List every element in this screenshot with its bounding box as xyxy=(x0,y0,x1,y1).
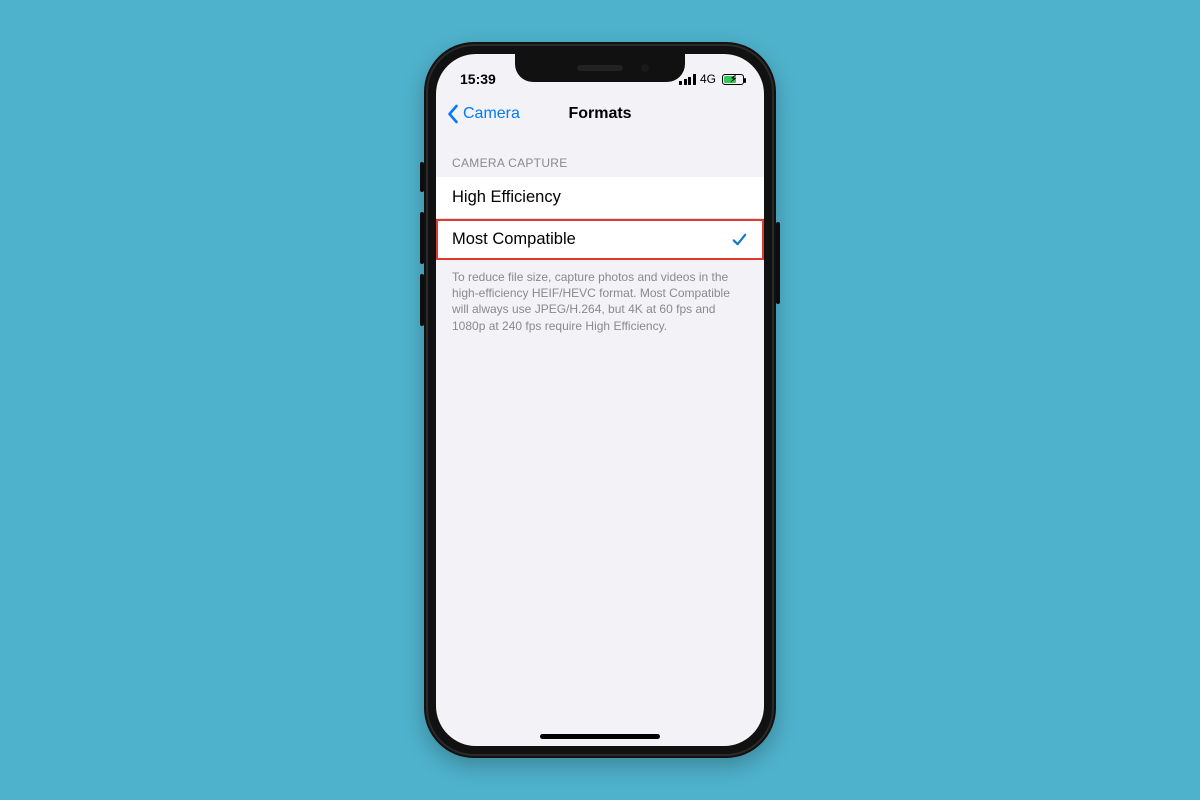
network-type-label: 4G xyxy=(700,72,716,86)
option-label: High Efficiency xyxy=(452,188,561,207)
notch xyxy=(515,54,685,82)
capture-format-group: High Efficiency Most Compatible xyxy=(436,177,764,260)
page-title: Formats xyxy=(568,105,631,123)
volume-down-button xyxy=(420,274,424,326)
battery-icon: ⚡︎ xyxy=(722,74,744,85)
home-indicator[interactable] xyxy=(540,734,660,739)
mute-switch xyxy=(420,162,424,192)
chevron-left-icon xyxy=(446,104,459,124)
phone-frame: 15:39 4G ⚡︎ Camera Formats xyxy=(424,42,776,758)
cellular-signal-icon xyxy=(679,74,696,85)
front-camera xyxy=(641,64,649,72)
section-footer-note: To reduce file size, capture photos and … xyxy=(436,260,764,334)
back-button[interactable]: Camera xyxy=(446,94,520,134)
option-high-efficiency[interactable]: High Efficiency xyxy=(436,177,764,219)
nav-bar: Camera Formats xyxy=(436,94,764,134)
side-button xyxy=(776,222,780,304)
volume-up-button xyxy=(420,212,424,264)
back-label: Camera xyxy=(463,105,520,123)
charging-bolt-icon: ⚡︎ xyxy=(730,74,737,85)
status-right-cluster: 4G ⚡︎ xyxy=(679,72,744,86)
section-header-camera-capture: CAMERA CAPTURE xyxy=(436,134,764,177)
screen: 15:39 4G ⚡︎ Camera Formats xyxy=(436,54,764,746)
checkmark-icon xyxy=(731,231,748,248)
option-label: Most Compatible xyxy=(452,230,576,249)
option-most-compatible[interactable]: Most Compatible xyxy=(436,219,764,260)
status-time: 15:39 xyxy=(460,71,496,87)
speaker-grille xyxy=(577,65,623,71)
